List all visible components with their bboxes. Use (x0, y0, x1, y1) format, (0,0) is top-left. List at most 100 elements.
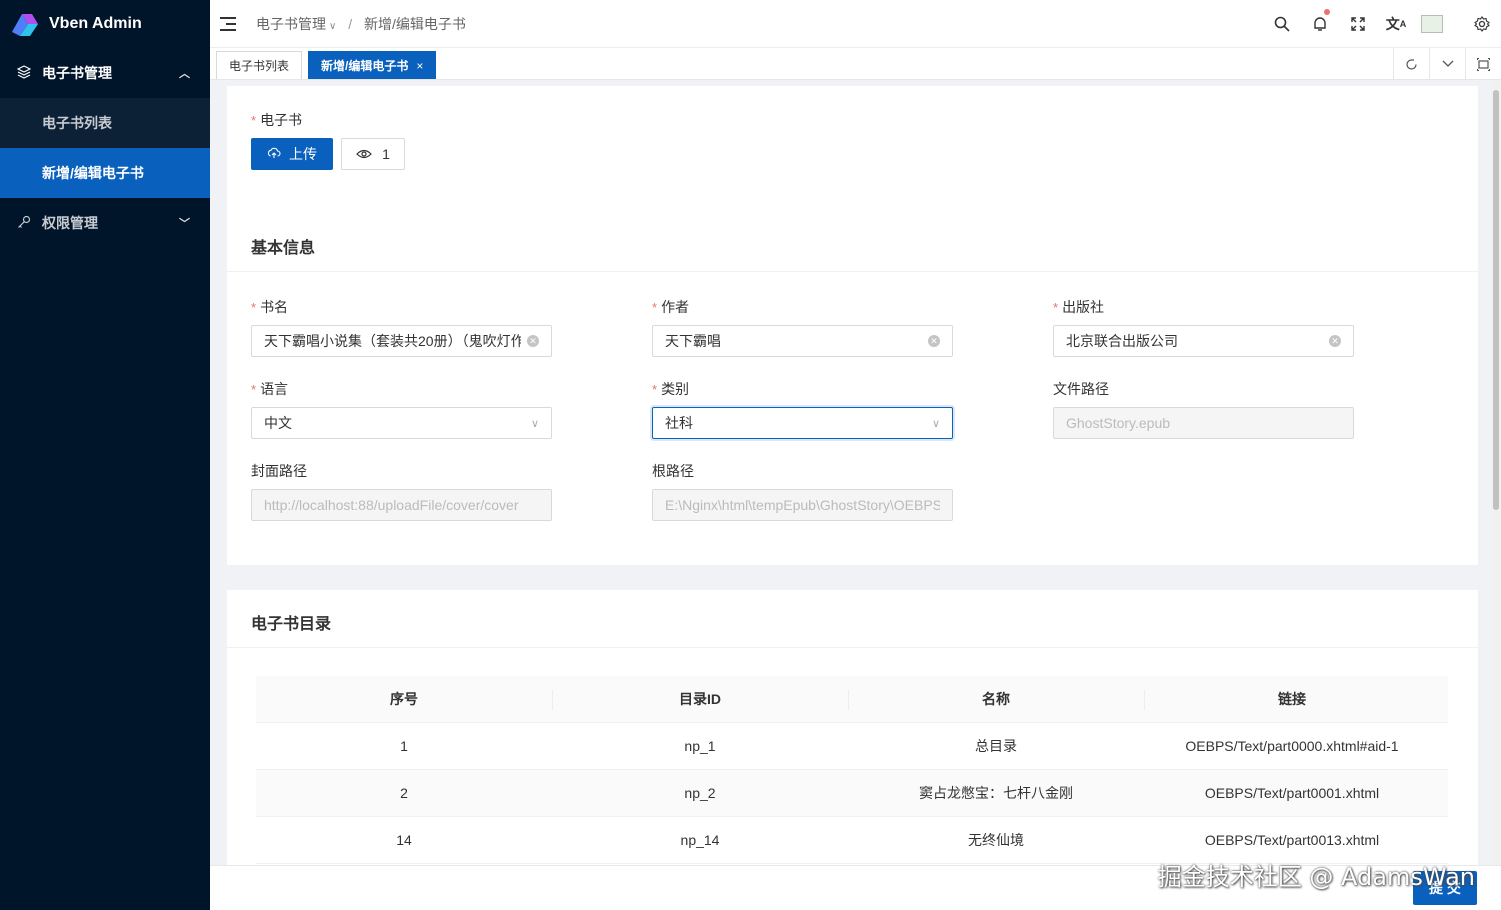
input-value: GhostStory.epub (1066, 415, 1171, 431)
sidebar-item-ebook-edit[interactable]: 新增/编辑电子书 (0, 148, 210, 198)
table-cell: 窦占龙憋宝：七杆八金刚 (919, 785, 1073, 801)
search-icon[interactable] (1263, 0, 1301, 48)
cover-path-label: 封面路径 (251, 463, 307, 479)
title-label: * 书名 (251, 297, 288, 317)
title-input[interactable]: 天下霸唱小说集（套装共20册）（鬼吹灯作 ✕ (251, 325, 552, 357)
ebook-upload-label: * 电子书 (251, 110, 302, 130)
label-text: 书名 (260, 299, 289, 315)
clear-icon[interactable]: ✕ (1329, 335, 1341, 347)
tab-actions (1393, 48, 1501, 80)
chevron-up-icon: ︿ (179, 68, 190, 80)
table-cell: 总目录 (975, 738, 1017, 754)
section-title-basic-info: 基本信息 (251, 240, 316, 257)
label-text: 作者 (661, 299, 690, 315)
divider (227, 271, 1478, 272)
label-text: 类别 (661, 381, 690, 397)
select-value: 中文 (264, 415, 292, 431)
translate-icon[interactable]: 文A (1377, 0, 1415, 48)
breadcrumb-item[interactable]: 电子书管理 (256, 16, 326, 32)
clear-icon[interactable]: ✕ (527, 335, 539, 347)
chevron-down-icon: ∨ (530, 417, 539, 430)
toc-card: 电子书目录 序号 目录ID 名称 链接 1 np_1 总目录 OEBPS/Tex… (227, 590, 1478, 870)
column-header: 目录ID (552, 676, 848, 722)
column-header: 名称 (848, 676, 1144, 722)
breadcrumb: 电子书管理 ∨ / 新增/编辑电子书 (256, 14, 466, 34)
table-cell: OEBPS/Text/part0000.xhtml#aid-1 (1185, 738, 1399, 754)
required-mark: * (251, 382, 257, 397)
input-value: 北京联合出版公司 (1066, 333, 1178, 349)
input-value: http://localhost:88/uploadFile/cover/cov… (264, 497, 519, 513)
sidebar-item-ebook-list[interactable]: 电子书列表 (0, 98, 210, 148)
required-mark: * (1053, 300, 1059, 315)
column-header: 序号 (390, 691, 418, 707)
logo[interactable]: Vben Admin (0, 0, 210, 48)
label-text: 电子书 (260, 112, 303, 128)
close-icon[interactable]: × (416, 59, 423, 73)
refresh-icon[interactable] (1393, 48, 1429, 80)
sidebar: Vben Admin 电子书管理 ︿ 电子书列表 新增/编辑电子书 权限管理 ﹀ (0, 0, 210, 910)
input-value: E:\Nginx\html\tempEpub\GhostStory\OEBPS (665, 497, 940, 513)
upload-button-label: 上传 (289, 146, 317, 162)
sidebar-group-permission[interactable]: 权限管理 ﹀ (0, 198, 210, 248)
column-header: 链接 (1144, 676, 1440, 722)
label-text: 出版社 (1062, 299, 1105, 315)
table-header-row: 序号 目录ID 名称 链接 (256, 676, 1448, 723)
header: 电子书管理 ∨ / 新增/编辑电子书 文A (210, 0, 1501, 48)
fullscreen-icon[interactable] (1339, 0, 1377, 48)
author-input[interactable]: 天下霸唱 ✕ (652, 325, 953, 357)
select-value: 社科 (665, 415, 693, 431)
basic-info-card: * 电子书 上传 1 基本信息 * 书名 天下霸唱小说集（套装共20册）（鬼吹灯作 ✕… (227, 86, 1478, 565)
file-path-input: GhostStory.epub (1053, 407, 1354, 439)
language-select[interactable]: 中文 ∨ (251, 407, 552, 439)
layers-icon (16, 64, 32, 82)
page-scrollbar[interactable] (1491, 80, 1501, 865)
root-path-label: 根路径 (652, 463, 694, 479)
publisher-input[interactable]: 北京联合出版公司 ✕ (1053, 325, 1354, 357)
chevron-down-icon[interactable] (1429, 48, 1465, 80)
table-cell: 14 (396, 832, 412, 848)
watermark: 掘金技术社区 @ AdamsWan (1157, 863, 1475, 891)
sidebar-group-label: 权限管理 (42, 215, 98, 231)
submenu: 电子书列表 新增/编辑电子书 (0, 98, 210, 198)
category-label: * 类别 (652, 379, 689, 399)
chevron-down-icon[interactable]: ∨ (329, 21, 336, 32)
table-cell: OEBPS/Text/part0001.xhtml (1204, 785, 1380, 801)
breadcrumb-separator: / (348, 15, 353, 32)
tab-bar: 电子书列表 新增/编辑电子书 × (210, 48, 1501, 80)
bell-icon[interactable] (1301, 0, 1339, 48)
avatar[interactable] (1415, 0, 1463, 48)
eye-icon (356, 147, 372, 162)
clear-icon[interactable]: ✕ (928, 335, 940, 347)
table-row[interactable]: 1 np_1 总目录 OEBPS/Text/part0000.xhtml#aid… (256, 723, 1448, 770)
chevron-down-icon: ∨ (931, 417, 940, 430)
input-value: 天下霸唱小说集（套装共20册）（鬼吹灯作 (264, 333, 521, 349)
category-select[interactable]: 社科 ∨ (652, 407, 953, 439)
table-row[interactable]: 2 np_2 窦占龙憋宝：七杆八金刚 OEBPS/Text/part0001.x… (256, 770, 1448, 817)
required-mark: * (251, 300, 257, 315)
vben-logo-icon (8, 10, 40, 38)
sidebar-group-ebook[interactable]: 电子书管理 ︿ (0, 48, 210, 98)
file-count: 1 (382, 146, 390, 162)
tab-ebook-list[interactable]: 电子书列表 (216, 51, 303, 79)
toc-table: 序号 目录ID 名称 链接 1 np_1 总目录 OEBPS/Text/part… (256, 676, 1448, 864)
header-actions: 文A (1263, 0, 1501, 48)
tab-label: 电子书列表 (229, 59, 290, 73)
app-title: Vben Admin (49, 15, 142, 32)
section-title-toc: 电子书目录 (251, 616, 332, 633)
file-path-label: 文件路径 (1053, 381, 1109, 397)
expand-icon[interactable] (1465, 48, 1501, 80)
label-text: 语言 (260, 381, 289, 397)
table-cell: 1 (400, 738, 408, 754)
preview-files-button[interactable]: 1 (341, 138, 405, 170)
root-path-input: E:\Nginx\html\tempEpub\GhostStory\OEBPS (652, 489, 953, 521)
menu-fold-icon[interactable] (220, 16, 240, 32)
upload-button[interactable]: 上传 (251, 138, 333, 170)
author-label: * 作者 (652, 297, 689, 317)
sidebar-item-label: 电子书列表 (42, 115, 112, 131)
settings-icon[interactable] (1463, 0, 1501, 48)
publisher-label: * 出版社 (1053, 297, 1104, 317)
sidebar-group-label: 电子书管理 (42, 65, 112, 81)
table-cell: np_14 (680, 832, 720, 848)
tab-ebook-edit[interactable]: 新增/编辑电子书 × (308, 51, 437, 79)
scrollbar-thumb[interactable] (1493, 90, 1499, 510)
